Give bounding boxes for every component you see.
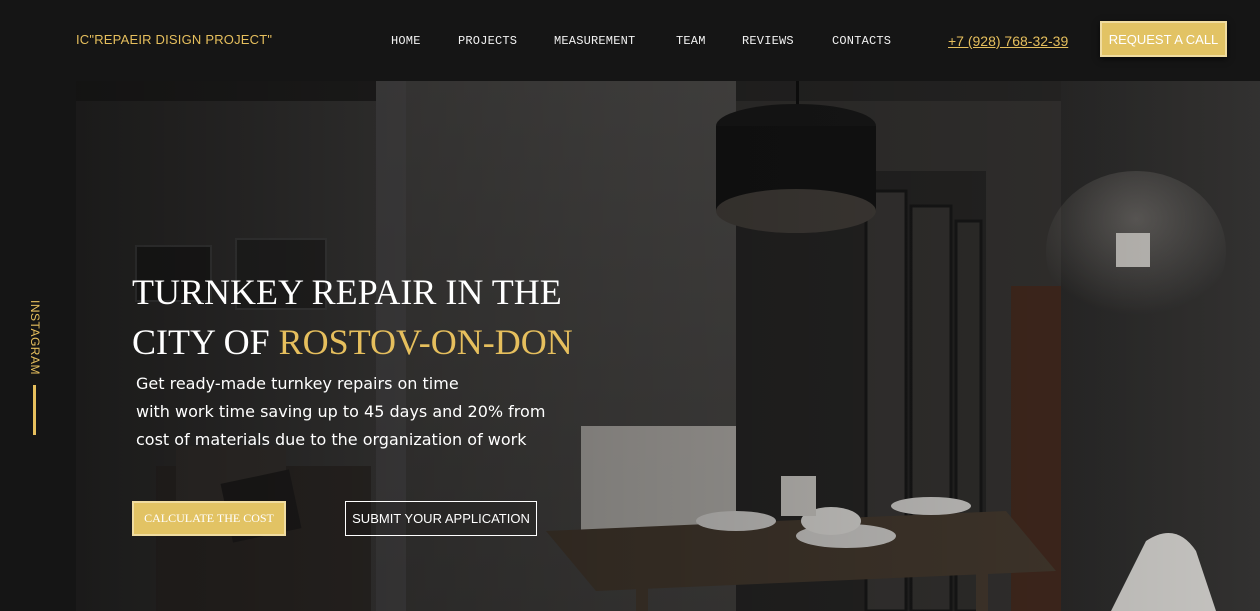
nav-projects[interactable]: PROJECTS [458, 34, 517, 48]
hero-title-prefix: CITY OF [132, 322, 279, 362]
site-logo[interactable]: IC"REPAEIR DISIGN PROJECT" [76, 32, 272, 47]
nav-home[interactable]: HOME [391, 34, 421, 48]
hero-title-line2: CITY OF ROSTOV-ON-DON [132, 317, 573, 367]
hero-subtitle-line: Get ready-made turnkey repairs on time [136, 374, 459, 393]
hero-title-city: ROSTOV-ON-DON [278, 322, 573, 362]
submit-application-button[interactable]: SUBMIT YOUR APPLICATION [345, 501, 537, 536]
hero-subtitle: Get ready-made turnkey repairs on time w… [136, 370, 596, 454]
nav-reviews[interactable]: REVIEWS [742, 34, 794, 48]
hero-title-line1: TURNKEY REPAIR IN THE [132, 272, 562, 312]
hero-subtitle-line: with work time saving up to 45 days and … [136, 402, 546, 421]
instagram-label[interactable]: INSTAGRAM [28, 300, 42, 375]
hero-title: TURNKEY REPAIR IN THE CITY OF ROSTOV-ON-… [132, 267, 573, 367]
nav-contacts[interactable]: CONTACTS [832, 34, 891, 48]
site-header: IC"REPAEIR DISIGN PROJECT" HOME PROJECTS… [0, 0, 1260, 81]
request-call-button[interactable]: REQUEST A CALL [1100, 21, 1227, 57]
instagram-link[interactable]: INSTAGRAM [28, 300, 44, 380]
nav-measurement[interactable]: MEASUREMENT [554, 34, 635, 48]
instagram-divider [33, 385, 36, 435]
nav-team[interactable]: TEAM [676, 34, 706, 48]
hero-subtitle-line: cost of materials due to the organizatio… [136, 430, 527, 449]
phone-link[interactable]: +7 (928) 768-32-39 [948, 33, 1068, 49]
calculate-cost-button[interactable]: CALCULATE THE COST [132, 501, 286, 536]
